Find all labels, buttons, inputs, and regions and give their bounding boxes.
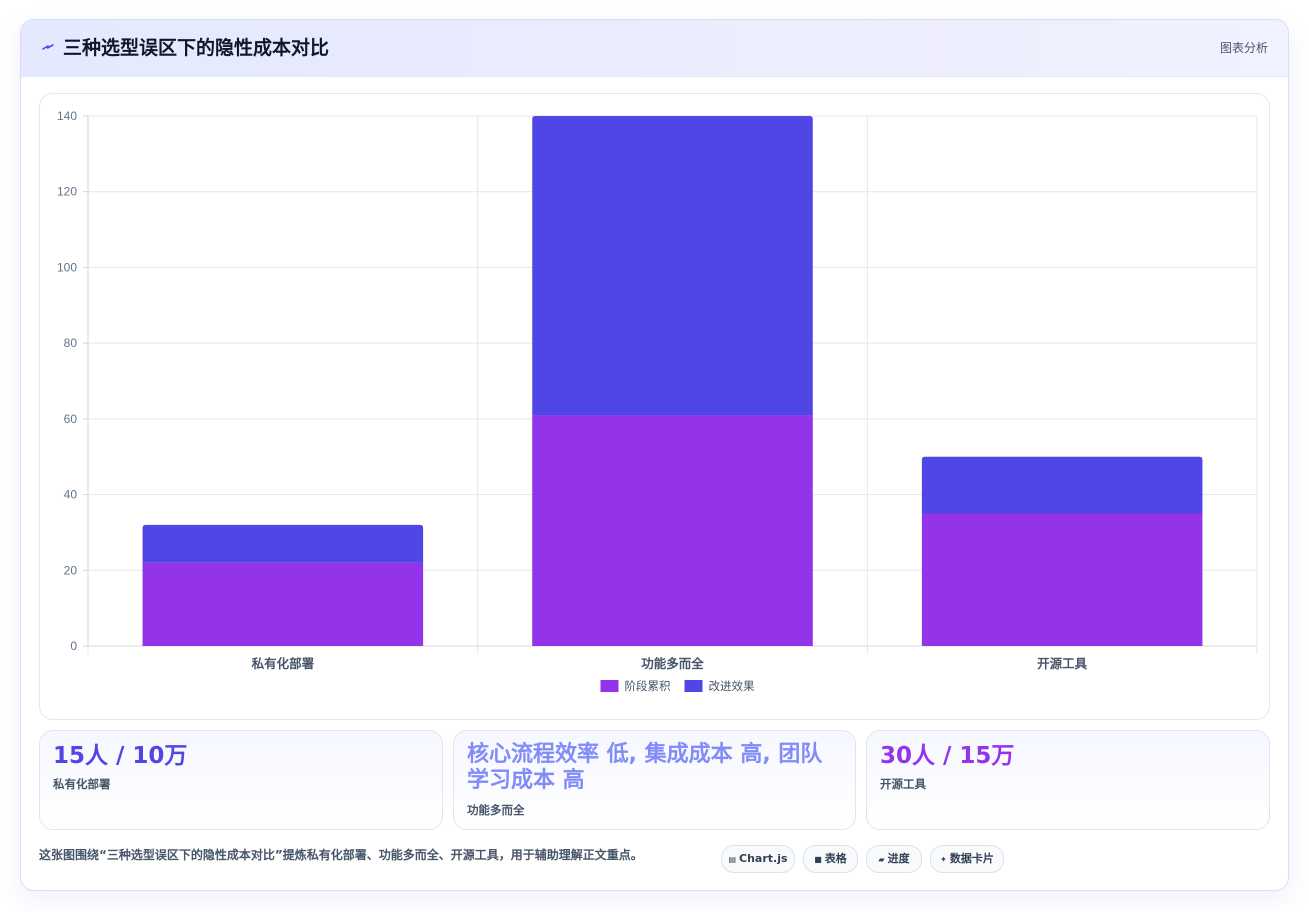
- y-tick-label: 60: [64, 412, 78, 426]
- chip-table[interactable]: ■ 表格: [803, 845, 858, 873]
- bar-segment: [532, 415, 813, 646]
- stat-value: 核心流程效率 低, 集成成本 高, 团队学习成本 高: [467, 742, 823, 793]
- bar-segment: [921, 513, 1203, 646]
- stat-card-open-source: 30人 / 15万 开源工具: [866, 730, 1270, 830]
- y-tick-label: 20: [64, 563, 78, 577]
- stacked-bar-chart: 0 20 40 60 80 100 120 140 私有化部署 功能多而全 开源工具阶段累积 改进效果: [57, 109, 1258, 693]
- chip-label: Chart.js: [739, 852, 788, 865]
- y-tick-label: 120: [57, 185, 77, 199]
- stat-label: 开源工具: [880, 777, 926, 791]
- sparkle-icon: ✦: [940, 855, 947, 864]
- stat-value: 30人 / 15万: [880, 743, 1015, 769]
- stat-value: 15人 / 10万: [53, 743, 188, 769]
- chart-panel: 0 20 40 60 80 100 120 140 私有化部署 功能多而全 开源工具阶段累积 改进效果: [39, 93, 1270, 720]
- x-tick-label: 开源工具: [1037, 656, 1088, 671]
- x-tick-label: 功能多而全: [641, 656, 704, 671]
- bar-segment: [532, 116, 813, 416]
- chip-label: 表格: [824, 852, 847, 865]
- progress-icon: ▰: [878, 855, 885, 864]
- chip-label: 数据卡片: [949, 852, 994, 865]
- chart-card: 三种选型误区下的隐性成本对比 图表分析 0 20 40 60 80 100 120 140 私有…: [20, 19, 1289, 891]
- chart-analysis-tag: 图表分析: [1219, 41, 1268, 55]
- chart-icon: ▤: [728, 855, 737, 864]
- y-tick-label: 140: [57, 109, 77, 123]
- chip-progress[interactable]: ▰ 进度: [866, 845, 922, 873]
- page-title: 三种选型误区下的隐性成本对比: [63, 37, 330, 59]
- legend-label: 阶段累积: [625, 679, 671, 693]
- legend-label: 改进效果: [709, 679, 755, 693]
- bar-segment: [921, 456, 1203, 514]
- stat-card-feature-rich: 核心流程效率 低, 集成成本 高, 团队学习成本 高 功能多而全: [453, 730, 856, 830]
- lightning-icon: [42, 44, 54, 50]
- bar-segment: [142, 524, 424, 563]
- chip-data-card[interactable]: ✦ 数据卡片: [930, 845, 1004, 873]
- legend-swatch: [600, 680, 619, 692]
- bar-segment: [142, 562, 424, 646]
- table-icon: ■: [814, 855, 822, 864]
- stat-label: 私有化部署: [53, 777, 111, 791]
- y-tick-label: 80: [64, 336, 78, 350]
- card-header: 三种选型误区下的隐性成本对比 图表分析: [21, 20, 1288, 77]
- stat-card-private-deployment: 15人 / 10万 私有化部署: [39, 730, 443, 830]
- y-tick-label: 100: [57, 260, 77, 274]
- y-tick-label: 0: [70, 639, 77, 653]
- chart-caption: 这张图围绕“三种选型误区下的隐性成本对比”提炼私有化部署、功能多而全、开源工具，…: [39, 848, 643, 862]
- x-tick-label: 私有化部署: [251, 656, 315, 671]
- chip-chartjs[interactable]: ▤ Chart.js: [721, 845, 795, 873]
- y-tick-label: 40: [64, 488, 78, 502]
- legend-swatch: [684, 680, 703, 692]
- chip-label: 进度: [887, 852, 910, 865]
- stat-label: 功能多而全: [467, 803, 525, 817]
